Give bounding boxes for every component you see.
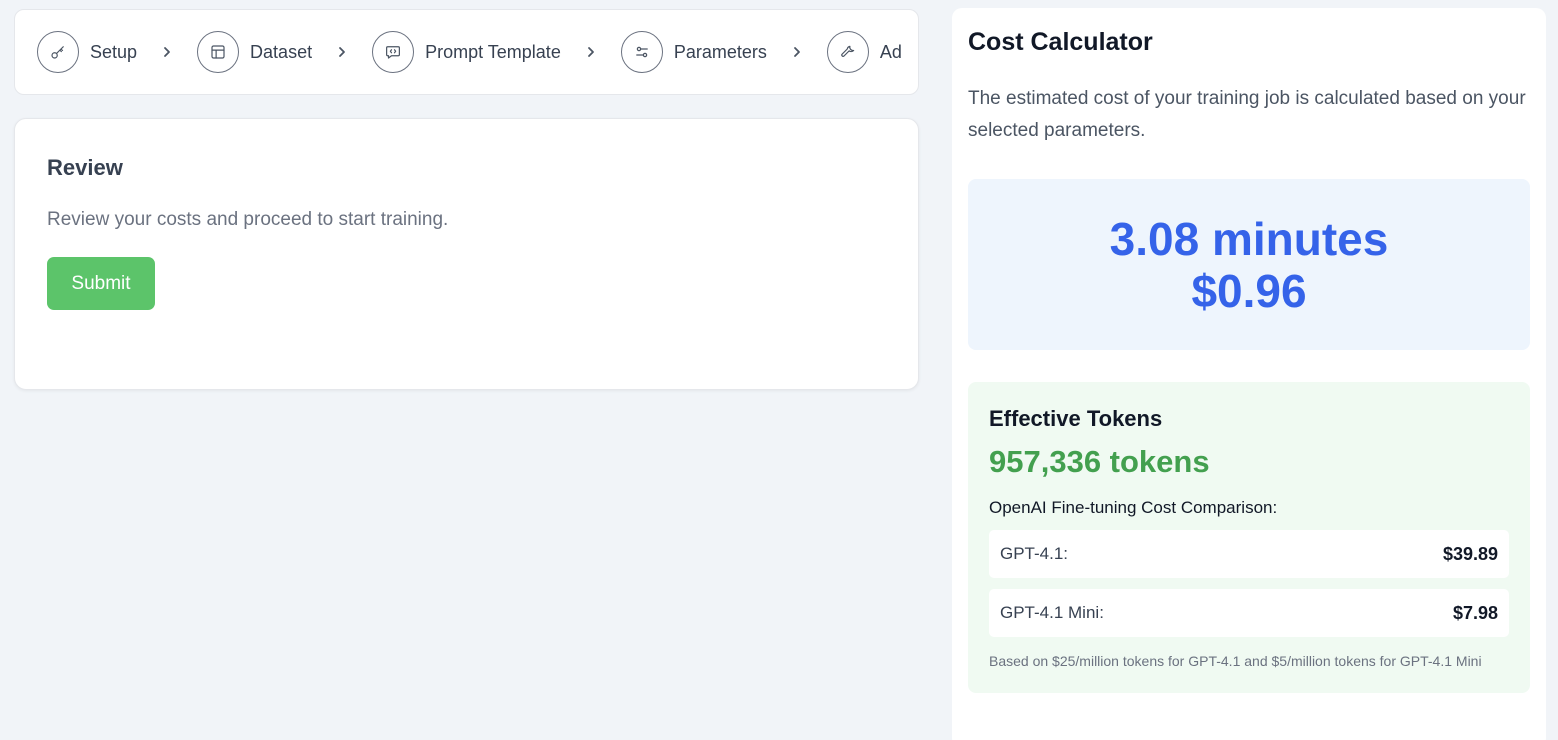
chevron-right-icon <box>585 46 597 58</box>
sliders-icon <box>620 31 663 73</box>
comparison-row: GPT-4.1: $39.89 <box>989 530 1509 578</box>
step-dataset[interactable]: Dataset <box>197 31 312 73</box>
effective-tokens-box: Effective Tokens 957,336 tokens OpenAI F… <box>968 382 1530 693</box>
calculator-description: The estimated cost of your training job … <box>968 88 1526 141</box>
estimated-cost: $0.96 <box>1191 264 1307 317</box>
key-icon <box>37 31 79 73</box>
tokens-title: Effective Tokens <box>989 406 1163 431</box>
tokens-value: 957,336 tokens <box>989 444 1210 479</box>
wrench-icon <box>826 31 869 73</box>
cost-calculator-panel: Cost Calculator The estimated cost of yo… <box>952 8 1546 740</box>
calculator-title: Cost Calculator <box>968 28 1153 56</box>
step-label: Parameters <box>673 41 767 62</box>
wizard-stepper: Setup Dataset Prompt Template Parameters… <box>14 9 919 95</box>
review-title: Review <box>47 155 123 180</box>
comparison-title: OpenAI Fine-tuning Cost Comparison: <box>989 498 1278 517</box>
message-code-icon <box>372 31 415 73</box>
step-label: Setup <box>90 41 138 62</box>
chevron-right-icon <box>791 46 803 58</box>
comparison-model: GPT-4.1 Mini: <box>1000 603 1104 622</box>
review-description: Review your costs and proceed to start t… <box>47 209 449 230</box>
table-icon <box>197 31 240 73</box>
step-label: Ad <box>879 41 902 62</box>
step-label: Prompt Template <box>425 41 561 62</box>
comparison-price: $39.89 <box>1442 543 1498 564</box>
comparison-model: GPT-4.1: <box>1000 544 1069 563</box>
comparison-price: $7.98 <box>1452 602 1498 623</box>
chevron-right-icon <box>336 46 348 58</box>
estimate-box: 3.08 minutes $0.96 <box>968 179 1530 350</box>
submit-button[interactable]: Submit <box>47 257 155 310</box>
step-parameters[interactable]: Parameters <box>620 31 767 73</box>
step-advanced[interactable]: Ad <box>826 31 902 73</box>
estimated-time: 3.08 minutes <box>1109 212 1389 265</box>
pricing-footnote: Based on $25/million tokens for GPT-4.1 … <box>989 653 1482 669</box>
comparison-row: GPT-4.1 Mini: $7.98 <box>989 589 1509 637</box>
step-prompt-template[interactable]: Prompt Template <box>372 31 561 73</box>
step-setup[interactable]: Setup <box>37 31 137 73</box>
chevron-right-icon <box>161 46 173 58</box>
step-label: Dataset <box>250 41 313 62</box>
review-card: Review Review your costs and proceed to … <box>14 118 919 390</box>
